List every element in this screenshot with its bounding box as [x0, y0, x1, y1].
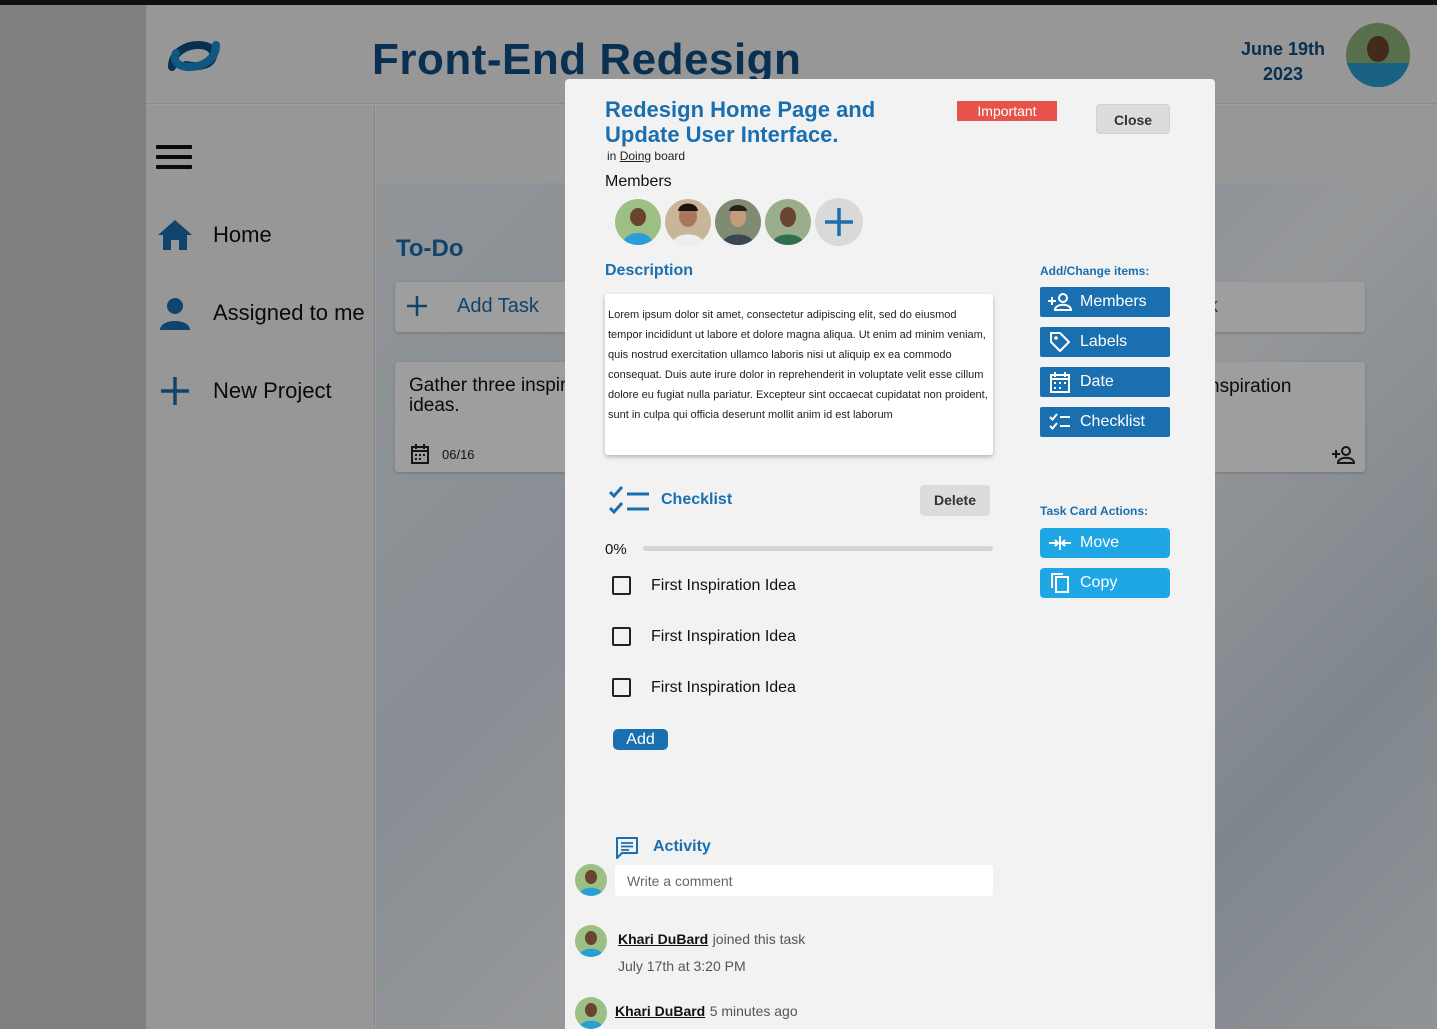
checklist-item-label: First Inspiration Idea	[651, 627, 796, 645]
checkbox[interactable]	[612, 678, 631, 697]
activity-entry: Khari DuBard 5 minutes ago	[615, 1003, 798, 1021]
board-suffix: board	[654, 149, 686, 163]
comment-input[interactable]	[615, 865, 993, 896]
checkbox[interactable]	[612, 576, 631, 595]
move-icon	[1040, 534, 1080, 552]
checklist-item: First Inspiration Idea	[612, 627, 796, 646]
labels-button[interactable]: Labels	[1040, 327, 1170, 357]
close-button[interactable]: Close	[1096, 104, 1170, 134]
avatar	[575, 925, 607, 957]
activity-time: July 17th at 3:20 PM	[618, 958, 746, 974]
checklist-item-label: First Inspiration Idea	[651, 678, 796, 696]
member-avatar[interactable]	[613, 197, 663, 247]
members-button-label: Members	[1080, 293, 1147, 310]
priority-badge: Important	[957, 101, 1057, 121]
checklist-item: First Inspiration Idea	[612, 576, 796, 595]
task-actions-label: Task Card Actions:	[1040, 504, 1149, 518]
checklist-button[interactable]: Checklist	[1040, 407, 1170, 437]
copy-icon	[1040, 572, 1080, 594]
plus-icon	[825, 208, 853, 236]
activity-entry: Khari DuBard joined this task	[618, 931, 805, 949]
task-detail-modal: Redesign Home Page and Update User Inter…	[565, 79, 1215, 1029]
calendar-icon	[1040, 371, 1080, 393]
board-reference: in Doing board	[607, 149, 685, 163]
date-button-label: Date	[1080, 373, 1114, 390]
member-avatar[interactable]	[763, 197, 813, 247]
board-link[interactable]: Doing	[620, 149, 651, 163]
delete-checklist-button[interactable]: Delete	[920, 485, 990, 516]
move-button[interactable]: Move	[1040, 528, 1170, 558]
members-button[interactable]: Members	[1040, 287, 1170, 317]
board-prefix: in	[607, 149, 617, 163]
activity-title: Activity	[653, 838, 711, 855]
activity-user-link[interactable]: Khari DuBard	[615, 1003, 705, 1019]
add-person-icon	[1040, 293, 1080, 311]
task-title: Redesign Home Page and Update User Inter…	[605, 97, 876, 147]
member-avatar[interactable]	[663, 197, 713, 247]
checkbox[interactable]	[612, 627, 631, 646]
checklist-item-label: First Inspiration Idea	[651, 576, 796, 594]
description-text[interactable]: Lorem ipsum dolor sit amet, consectetur …	[605, 294, 993, 455]
members-list	[613, 197, 863, 247]
copy-button-label: Copy	[1080, 574, 1118, 591]
checklist-icon	[609, 486, 649, 515]
add-change-label: Add/Change items:	[1040, 264, 1150, 278]
date-button[interactable]: Date	[1040, 367, 1170, 397]
activity-user-link[interactable]: Khari DuBard	[618, 931, 708, 947]
checklist-button-label: Checklist	[1080, 413, 1145, 430]
checklist-progress-bar	[643, 546, 993, 551]
add-checklist-item-button[interactable]: Add	[613, 729, 668, 750]
member-avatar[interactable]	[713, 197, 763, 247]
members-label: Members	[605, 173, 672, 190]
activity-text: 5 minutes ago	[709, 1003, 798, 1019]
add-member-button[interactable]	[815, 198, 863, 246]
labels-button-label: Labels	[1080, 333, 1128, 350]
checklist-title: Checklist	[661, 491, 733, 508]
checklist-icon	[1040, 413, 1080, 431]
avatar	[575, 997, 607, 1029]
avatar	[575, 864, 607, 896]
move-button-label: Move	[1080, 534, 1120, 551]
comment-icon	[616, 837, 638, 859]
description-label: Description	[605, 262, 694, 279]
tag-icon	[1040, 331, 1080, 353]
copy-button[interactable]: Copy	[1040, 568, 1170, 598]
checklist-item: First Inspiration Idea	[612, 678, 796, 697]
checklist-progress-text: 0%	[605, 541, 627, 558]
activity-text: joined this task	[712, 931, 806, 947]
